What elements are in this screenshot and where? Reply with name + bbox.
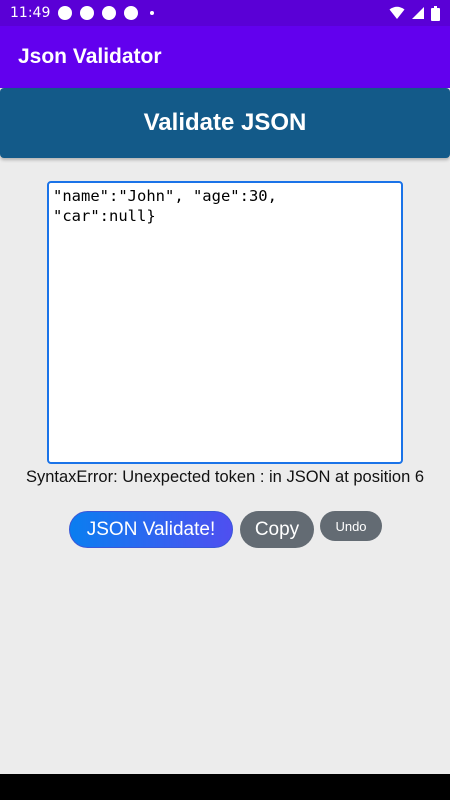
notification-icon	[80, 6, 95, 20]
battery-icon	[431, 5, 440, 21]
page-title: Validate JSON	[143, 109, 307, 136]
header-banner: Validate JSON	[0, 88, 450, 158]
main-content: Validate JSON "name":"John", "age":30, "…	[0, 88, 450, 774]
json-input[interactable]: "name":"John", "age":30, "car":null}	[47, 181, 403, 464]
status-bar: 11:49	[0, 0, 450, 26]
copy-button[interactable]: Copy	[240, 511, 314, 548]
more-notifications-icon	[150, 11, 155, 15]
undo-button[interactable]: Undo	[320, 511, 382, 541]
notification-icon	[58, 6, 73, 20]
signal-icon	[412, 7, 424, 19]
status-time: 11:49	[10, 5, 51, 21]
wifi-icon	[389, 6, 405, 19]
app-title: Json Validator	[18, 45, 162, 68]
notification-icon	[124, 6, 139, 20]
notification-icon	[102, 6, 117, 20]
status-icons	[389, 5, 440, 21]
button-row: JSON Validate! Copy Undo	[0, 511, 450, 551]
error-message: SyntaxError: Unexpected token : in JSON …	[25, 468, 425, 486]
navigation-bar	[0, 774, 450, 800]
validate-button[interactable]: JSON Validate!	[69, 511, 233, 548]
app-bar: Json Validator	[0, 26, 450, 88]
